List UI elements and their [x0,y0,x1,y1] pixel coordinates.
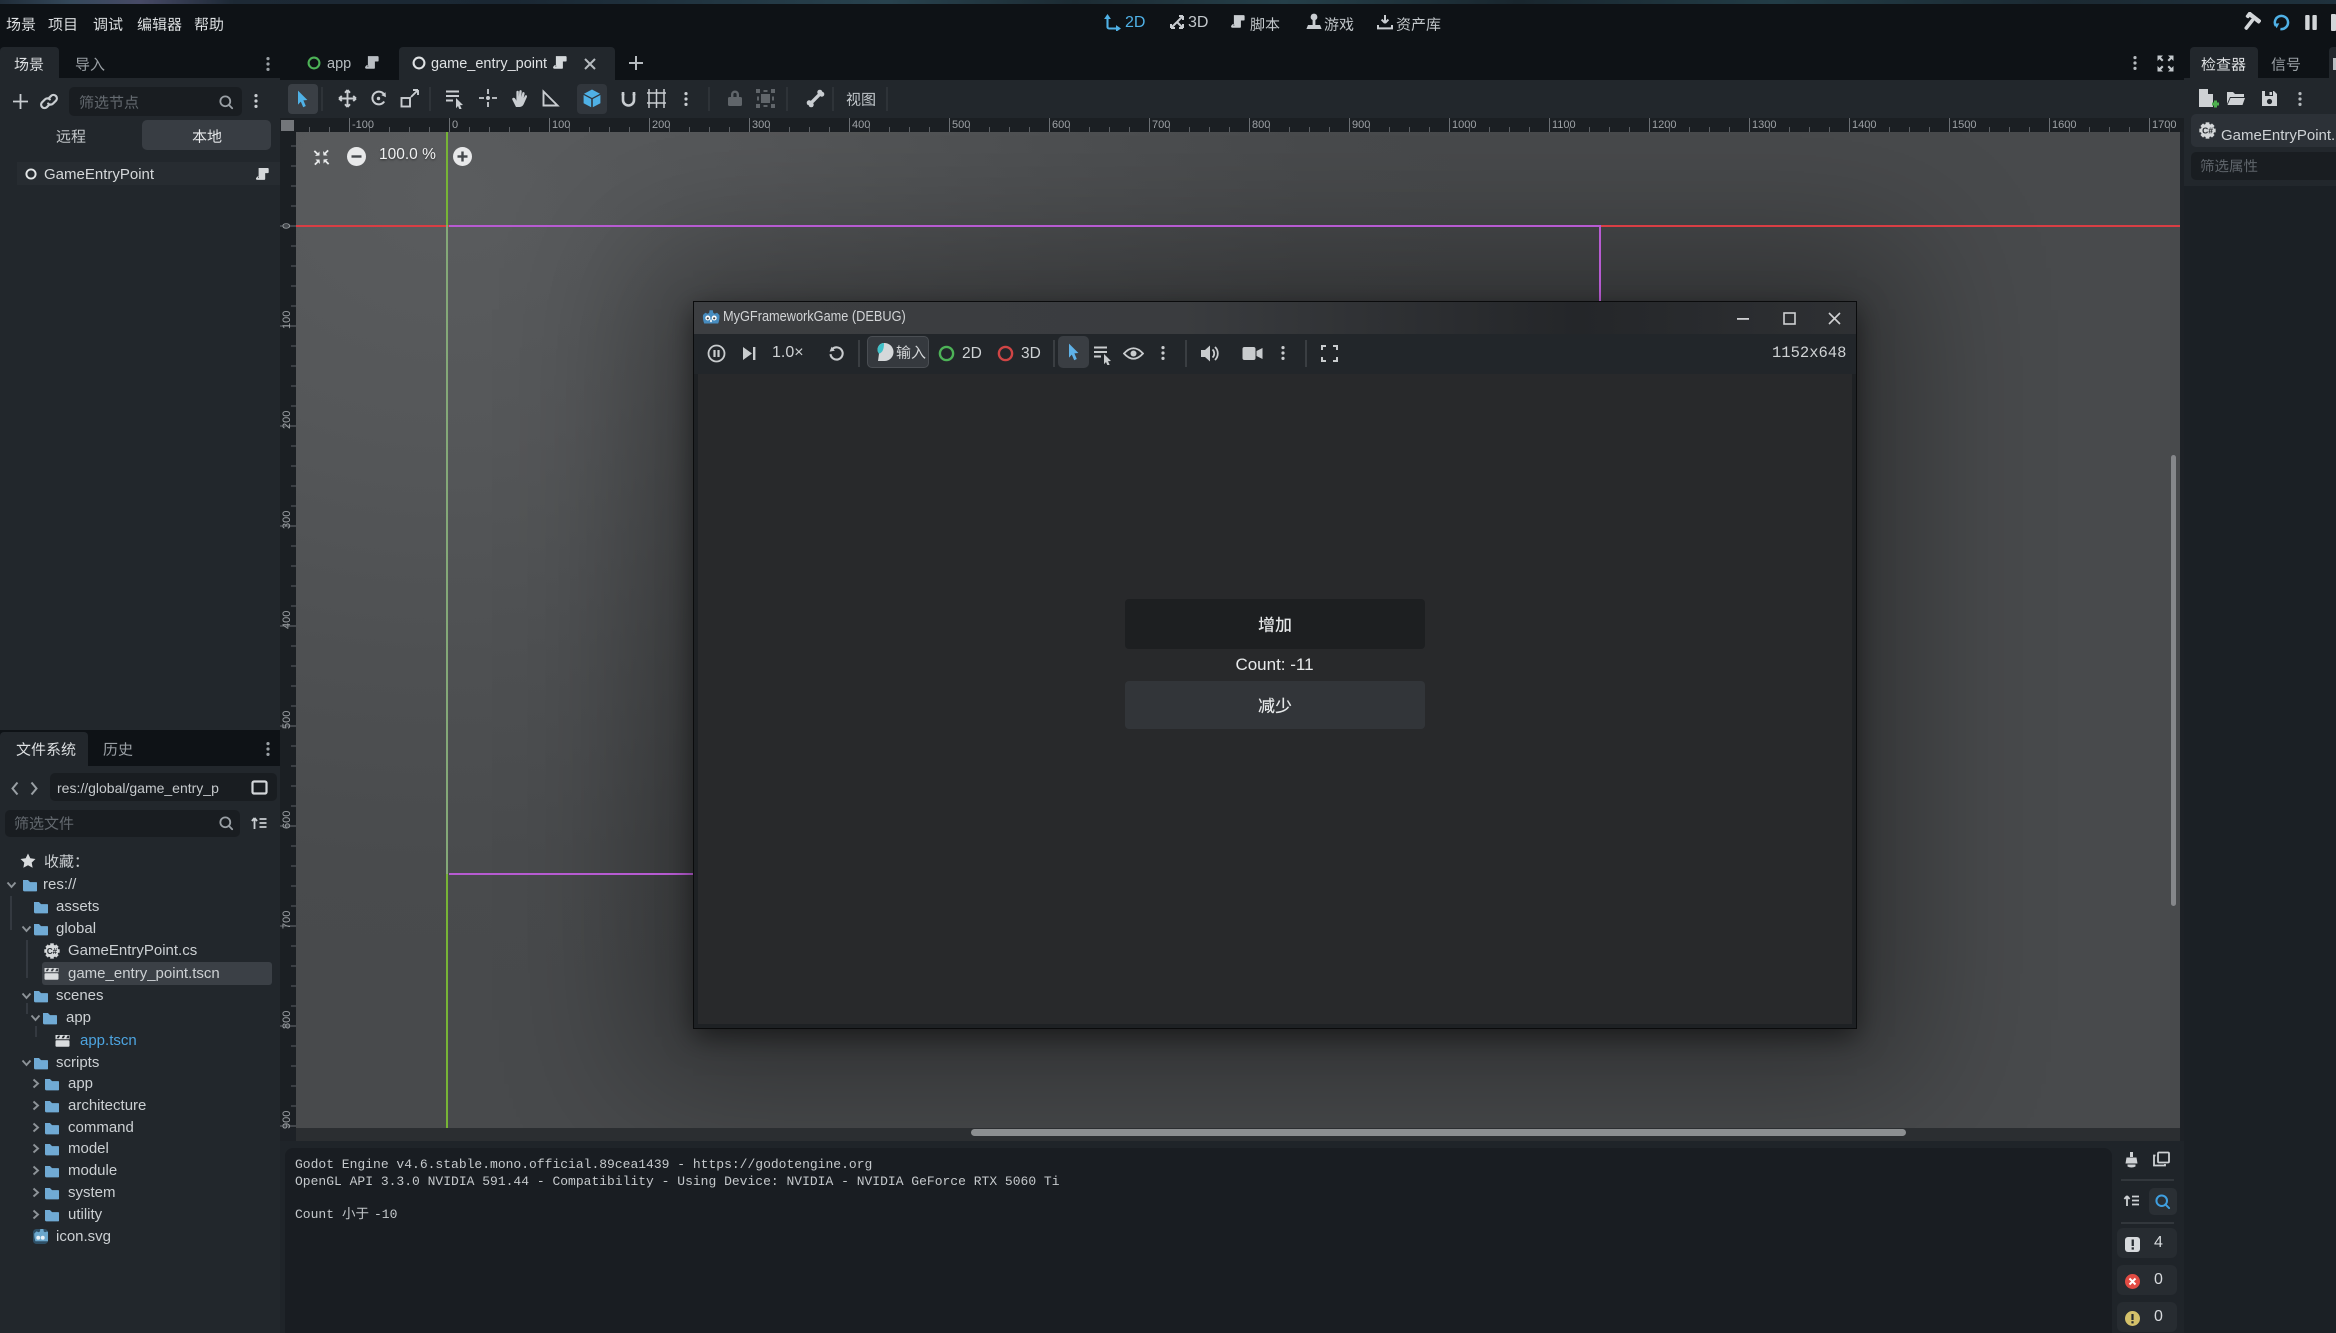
svg-text:C#: C# [2202,126,2213,136]
svg-text:C#: C# [47,946,58,955]
